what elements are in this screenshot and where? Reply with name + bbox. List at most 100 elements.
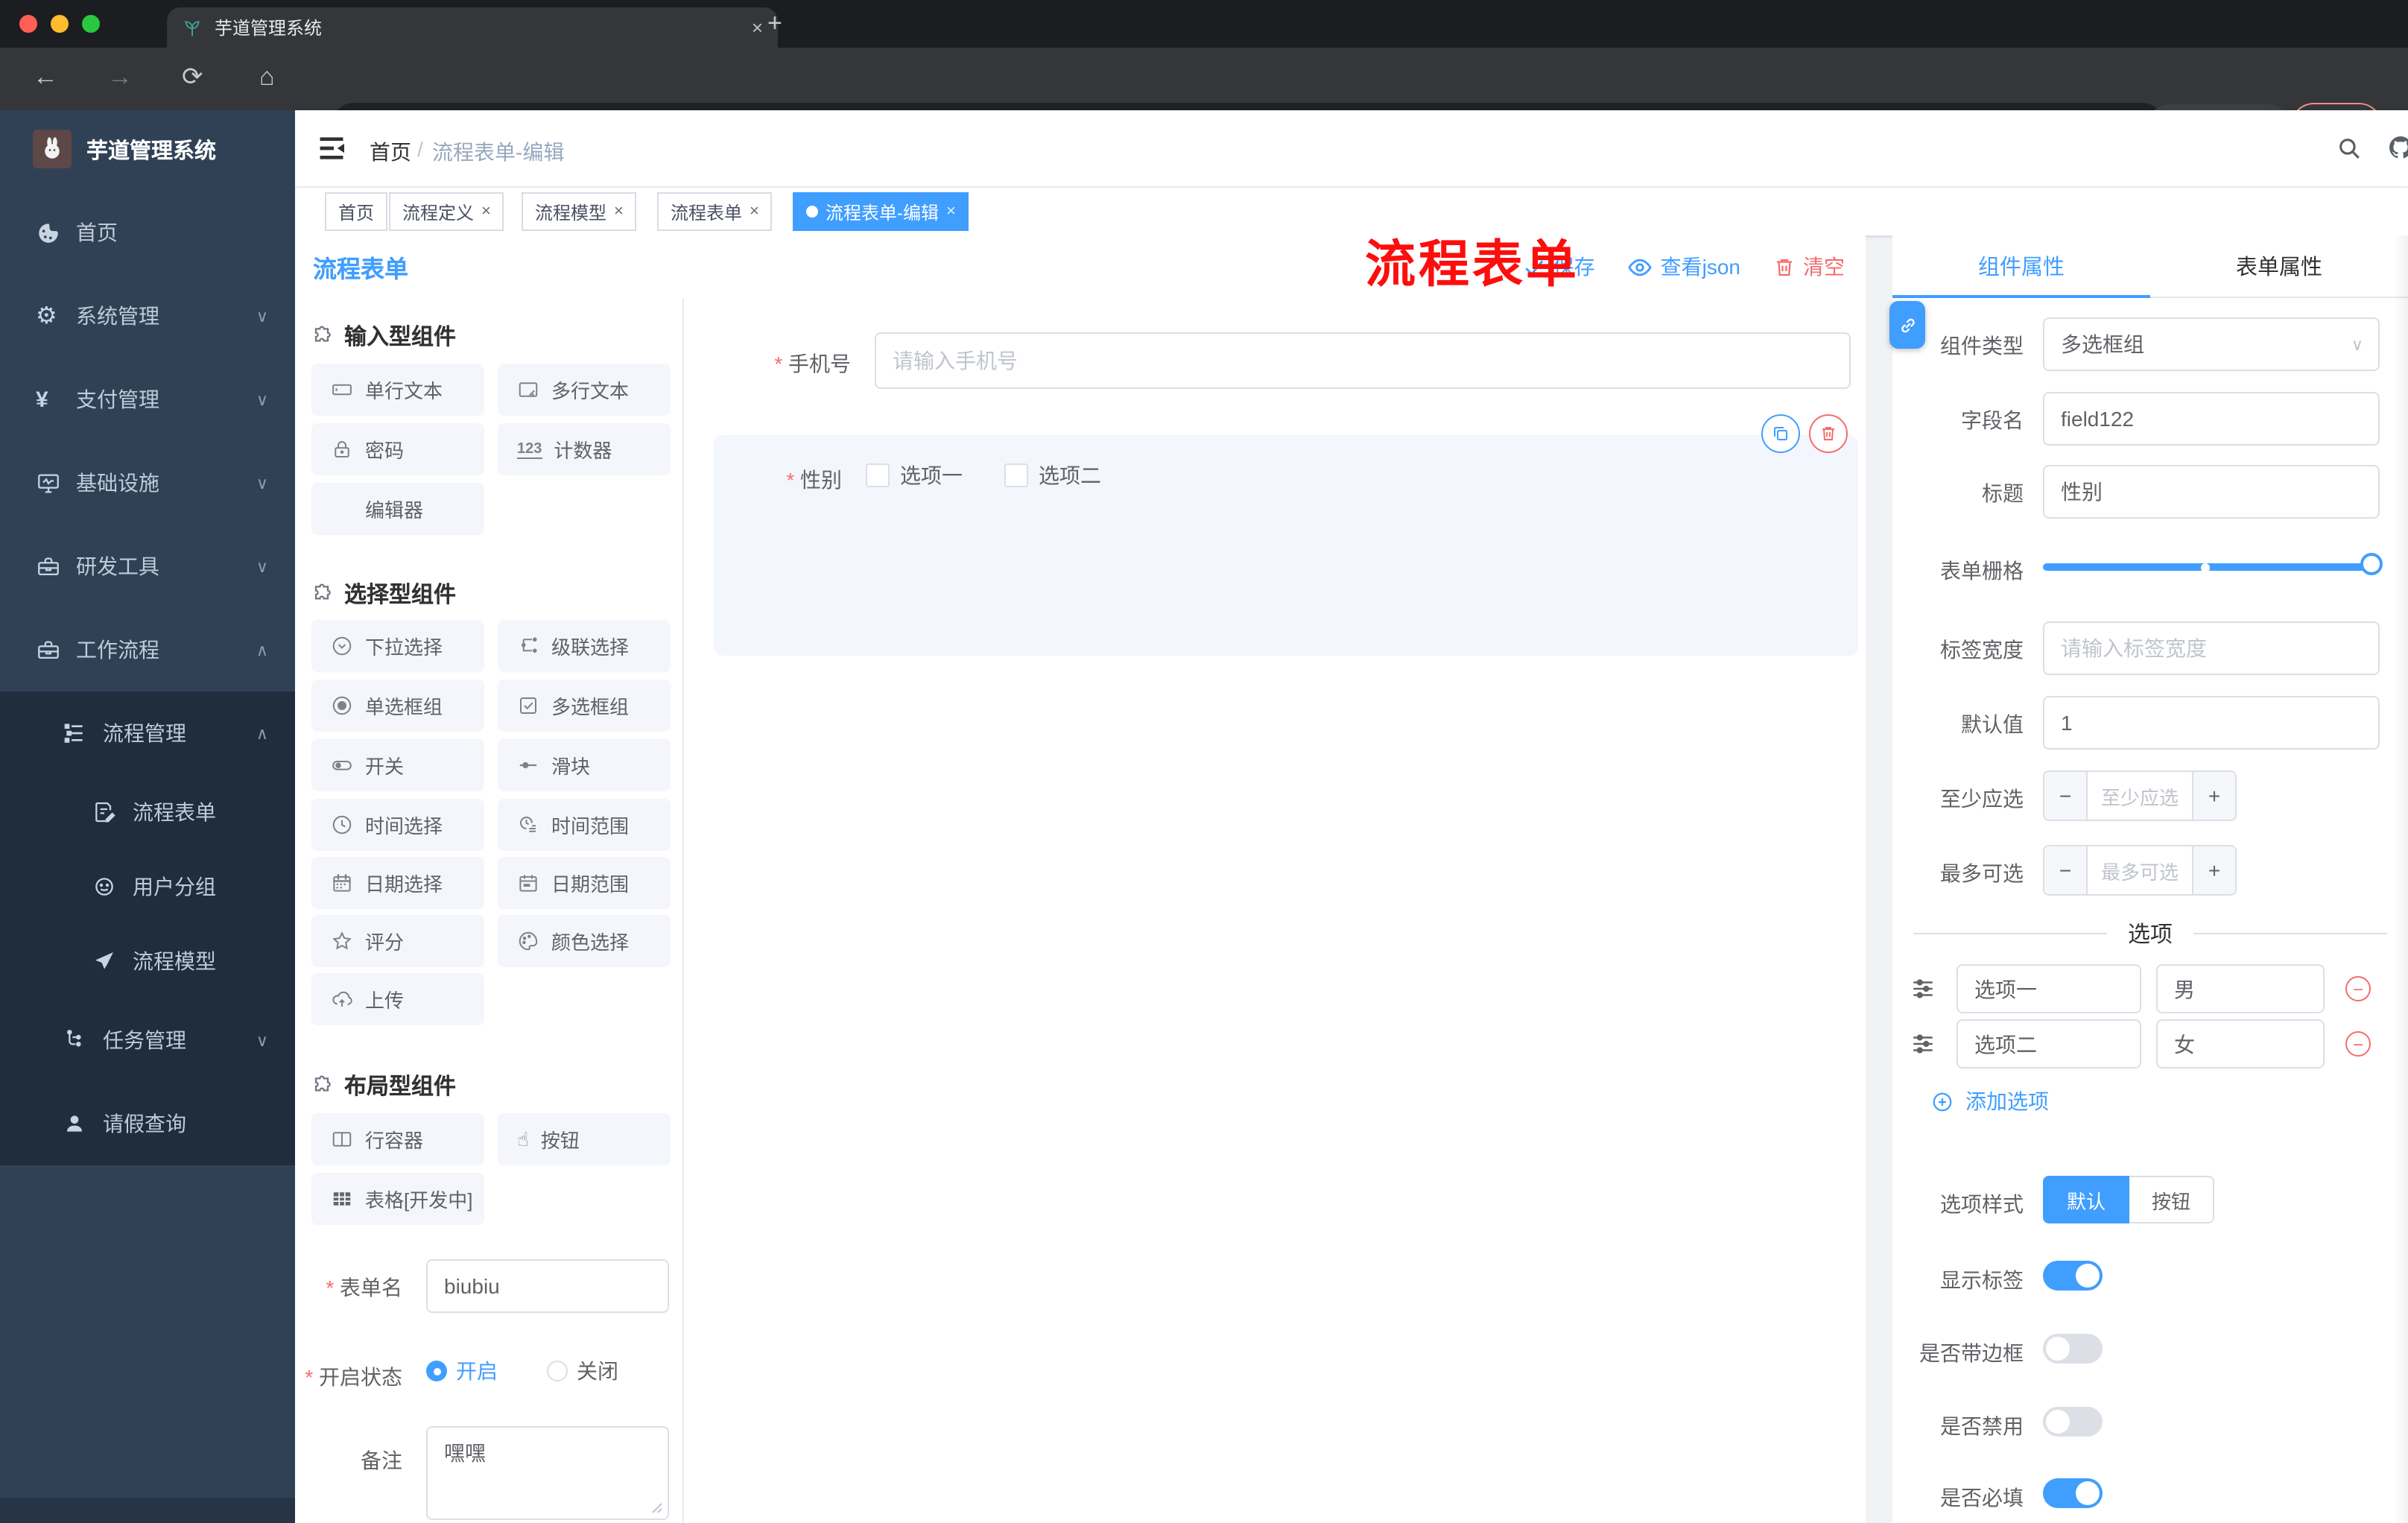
selected-component-gender[interactable]: 性别 选项一 选项二 (714, 435, 1858, 656)
component-chip-single-text[interactable]: 单行文本 (311, 364, 484, 416)
component-chip-checkbox-group[interactable]: 多选框组 (498, 680, 671, 732)
status-radio-on[interactable]: 开启 (426, 1356, 498, 1386)
component-chip-color-picker[interactable]: 颜色选择 (498, 915, 671, 967)
option-drag-handle-icon[interactable] (1910, 1031, 1936, 1057)
checkbox-unchecked-icon[interactable] (1004, 463, 1028, 487)
slider-handle[interactable] (2360, 553, 2383, 575)
style-button-button[interactable]: 按钮 (2129, 1176, 2214, 1223)
show-label-switch[interactable] (2043, 1261, 2103, 1291)
status-radio-off[interactable]: 关闭 (547, 1356, 618, 1386)
tag-close-icon[interactable]: × (481, 203, 491, 221)
tab-form-props[interactable]: 表单属性 (2150, 235, 2408, 297)
max-select-stepper[interactable]: − 最多可选 + (2043, 845, 2237, 896)
option-label-input[interactable]: 选项一 (1956, 964, 2141, 1013)
github-icon[interactable] (2387, 134, 2408, 161)
resize-handle-icon[interactable] (651, 1502, 663, 1514)
component-chip-radio-group[interactable]: 单选框组 (311, 680, 484, 732)
breadcrumb-home[interactable]: 首页 (370, 137, 411, 167)
sidebar-item-workflow[interactable]: 工作流程 ∧ (0, 608, 295, 691)
component-chip-table[interactable]: 表格[开发中] (311, 1173, 484, 1225)
browser-tab[interactable]: 芋道管理系统 × (167, 7, 778, 48)
sidebar-footer-bar[interactable] (0, 1498, 295, 1523)
remark-textarea[interactable]: 嘿嘿 (426, 1426, 669, 1520)
option-drag-handle-icon[interactable] (1910, 976, 1936, 1001)
tag-process-model[interactable]: 流程模型 × (522, 192, 637, 231)
gender-option-1[interactable]: 选项一 (866, 460, 963, 490)
remove-option-icon[interactable]: − (2345, 1031, 2371, 1057)
required-switch[interactable] (2043, 1478, 2103, 1508)
panel-scrollbar[interactable] (2393, 235, 2408, 1523)
checkbox-unchecked-icon[interactable] (866, 463, 890, 487)
sidebar-item-home[interactable]: 首页 (0, 191, 295, 274)
sidebar-item-devtools[interactable]: 研发工具 ∨ (0, 525, 295, 608)
remove-option-icon[interactable]: − (2345, 976, 2371, 1001)
component-chip-row-container[interactable]: 行容器 (311, 1113, 484, 1165)
minus-button[interactable]: − (2044, 772, 2086, 820)
component-chip-select[interactable]: 下拉选择 (311, 620, 484, 672)
disabled-switch[interactable] (2043, 1407, 2103, 1437)
border-switch[interactable] (2043, 1334, 2103, 1364)
component-chip-password[interactable]: 密码 (311, 423, 484, 475)
sidebar-item-process-mgmt[interactable]: 流程管理 ∧ (0, 691, 295, 775)
minus-button[interactable]: − (2044, 846, 2086, 894)
tab-component-props[interactable]: 组件属性 (1892, 235, 2150, 297)
tag-process-form[interactable]: 流程表单 × (657, 192, 773, 231)
style-default-button[interactable]: 默认 (2043, 1176, 2129, 1223)
tag-close-icon[interactable]: × (614, 203, 624, 221)
add-option-button[interactable]: 添加选项 (1931, 1086, 2049, 1116)
component-chip-slider[interactable]: 滑块 (498, 739, 671, 791)
sidebar-logo[interactable]: 芋道管理系统 (0, 110, 295, 188)
sidebar-item-payment[interactable]: ¥ 支付管理 ∨ (0, 358, 295, 441)
sidebar-item-leave-query[interactable]: 请假查询 (0, 1082, 295, 1165)
phone-field-input[interactable]: 请输入手机号 (875, 332, 1851, 389)
component-chip-time-range[interactable]: 时间范围 (498, 799, 671, 851)
gender-option-2[interactable]: 选项二 (1004, 460, 1101, 490)
component-chip-cascader[interactable]: 级联选择 (498, 620, 671, 672)
title-input[interactable]: 性别 (2043, 465, 2380, 519)
min-select-placeholder[interactable]: 至少应选 (2086, 772, 2193, 820)
default-value-input[interactable]: 1 (2043, 696, 2380, 750)
component-chip-switch[interactable]: 开关 (311, 739, 484, 791)
component-chip-date-picker[interactable]: 日期选择 (311, 857, 484, 909)
tag-process-form-edit[interactable]: 流程表单-编辑 × (793, 192, 969, 231)
component-type-select[interactable]: 多选框组 ∨ (2043, 317, 2380, 371)
traffic-close-icon[interactable] (19, 15, 37, 33)
component-chip-editor[interactable]: 编辑器 (311, 483, 484, 535)
component-chip-button[interactable]: ☝ 按钮 (498, 1113, 671, 1165)
back-icon[interactable]: ← (33, 63, 58, 92)
form-canvas[interactable]: 手机号 请输入手机号 性别 选项一 选项二 (684, 298, 1866, 1523)
component-chip-counter[interactable]: 123 计数器 (498, 423, 671, 475)
collapse-sidebar-icon[interactable] (317, 136, 346, 161)
min-select-stepper[interactable]: − 至少应选 + (2043, 770, 2237, 821)
traffic-minimize-icon[interactable] (51, 15, 69, 33)
copy-component-button[interactable] (1761, 414, 1800, 453)
option-value-input[interactable]: 男 (2156, 964, 2325, 1013)
reload-icon[interactable]: ⟳ (182, 63, 203, 92)
slider-track[interactable] (2043, 563, 2380, 571)
forward-icon[interactable]: → (107, 63, 133, 92)
tag-home[interactable]: 首页 (325, 192, 388, 231)
tag-close-icon[interactable]: × (946, 203, 956, 221)
sidebar-item-process-model[interactable]: 流程模型 (0, 924, 295, 998)
sidebar-item-process-form[interactable]: 流程表单 (0, 775, 295, 849)
component-chip-upload[interactable]: 上传 (311, 973, 484, 1025)
view-json-button[interactable]: 查看json (1628, 252, 1740, 282)
field-name-input[interactable]: field122 (2043, 392, 2380, 446)
sidebar-item-system[interactable]: ⚙ 系统管理 ∨ (0, 274, 295, 358)
option-label-input[interactable]: 选项二 (1956, 1019, 2141, 1068)
clear-button[interactable]: 清空 (1773, 252, 1845, 282)
component-chip-multiline-text[interactable]: 多行文本 (498, 364, 671, 416)
sidebar-item-task-mgmt[interactable]: 任务管理 ∨ (0, 998, 295, 1082)
plus-button[interactable]: + (2193, 772, 2235, 820)
label-width-input[interactable]: 请输入标签宽度 (2043, 621, 2380, 675)
form-grid-slider[interactable] (2043, 551, 2383, 581)
component-chip-date-range[interactable]: 日期范围 (498, 857, 671, 909)
sidebar-item-infra[interactable]: 基础设施 ∨ (0, 441, 295, 525)
tag-close-icon[interactable]: × (750, 203, 759, 221)
new-tab-icon[interactable]: + (767, 9, 782, 39)
search-icon[interactable] (2336, 136, 2362, 161)
save-button[interactable]: 保存 (1524, 252, 1595, 282)
traffic-zoom-icon[interactable] (82, 15, 100, 33)
option-style-segment[interactable]: 默认 按钮 (2043, 1176, 2214, 1223)
option-value-input[interactable]: 女 (2156, 1019, 2325, 1068)
